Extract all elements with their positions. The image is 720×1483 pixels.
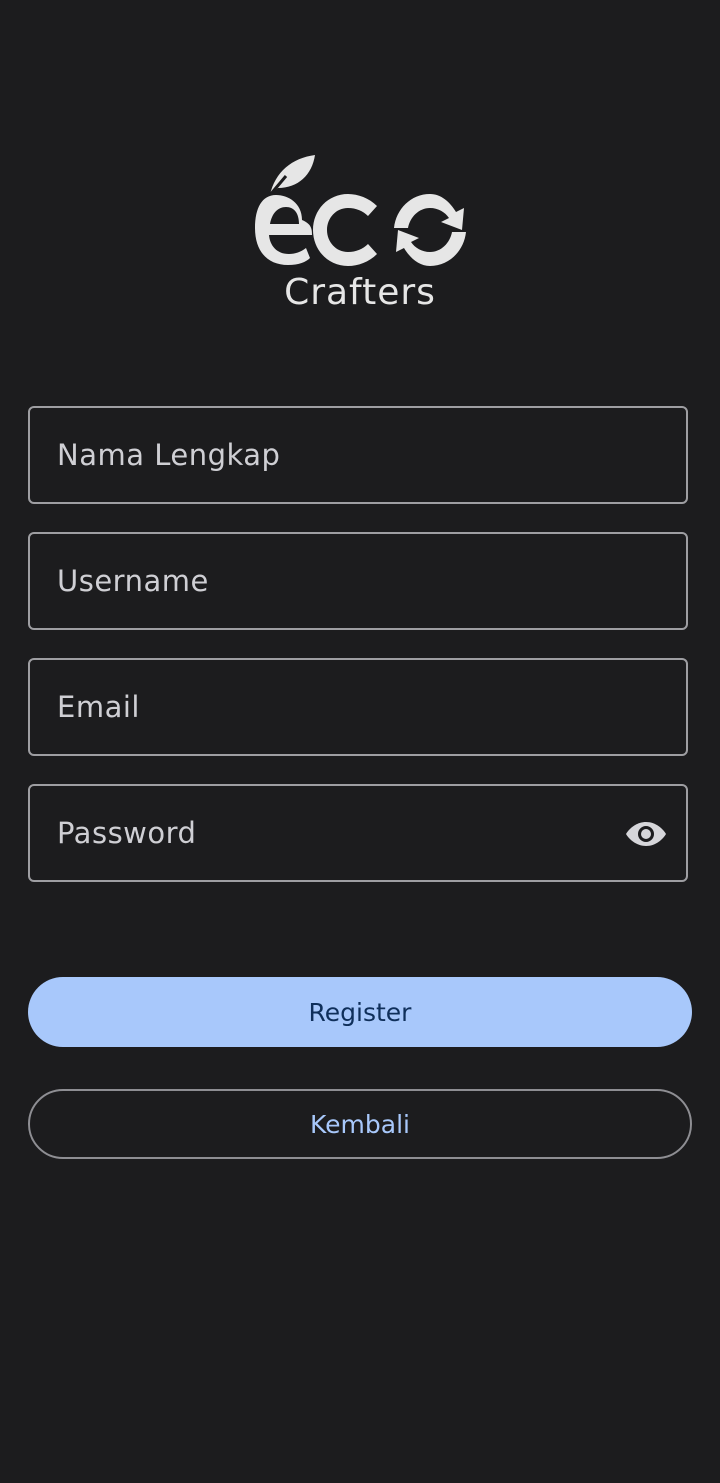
- eco-crafters-logo: Crafters: [250, 150, 470, 320]
- full-name-field[interactable]: [28, 406, 688, 504]
- email-input[interactable]: [30, 660, 686, 754]
- password-input[interactable]: [30, 786, 686, 880]
- full-name-input[interactable]: [30, 408, 686, 502]
- logo-subtitle: Crafters: [284, 272, 436, 313]
- username-field[interactable]: [28, 532, 688, 630]
- register-button-label: Register: [308, 997, 412, 1027]
- email-field[interactable]: [28, 658, 688, 756]
- eye-icon[interactable]: [626, 819, 666, 849]
- username-input[interactable]: [30, 534, 686, 628]
- back-button[interactable]: Kembali: [28, 1089, 692, 1159]
- eco-logo-mark: [255, 155, 466, 266]
- register-button[interactable]: Register: [28, 977, 692, 1047]
- password-field[interactable]: [28, 784, 688, 882]
- back-button-label: Kembali: [310, 1109, 410, 1139]
